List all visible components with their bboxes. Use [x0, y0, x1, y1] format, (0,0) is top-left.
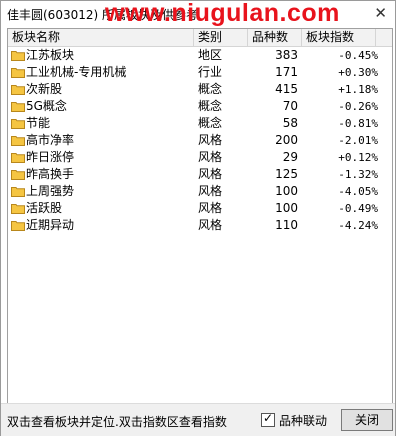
link-checkbox[interactable]: 品种联动 [261, 411, 328, 428]
header-name[interactable]: 板块名称 [8, 29, 194, 46]
sector-count: 100 [275, 184, 298, 198]
list-item[interactable]: 上周强势 风格 100 -4.05% [8, 183, 392, 200]
sector-type: 风格 [198, 218, 223, 232]
title-bar[interactable]: 佳丰圆(603012) 所属板块及供参考 www.niugulan.com ✕ [1, 0, 395, 27]
folder-icon [11, 51, 25, 61]
folder-icon [11, 85, 25, 95]
checkbox-checked-icon[interactable] [261, 411, 275, 427]
sector-name: 上周强势 [26, 184, 75, 198]
list-item[interactable]: 5G概念 概念 70 -0.26% [8, 98, 392, 115]
sector-change: +0.12% [338, 151, 378, 164]
list-item[interactable]: 工业机械-专用机械 行业 171 +0.30% [8, 64, 392, 81]
sector-change: +1.18% [338, 83, 378, 96]
sector-type: 行业 [198, 65, 223, 79]
sector-type: 风格 [198, 184, 223, 198]
close-icon[interactable]: ✕ [374, 4, 387, 22]
list-item[interactable]: 近期异动 风格 110 -4.24% [8, 217, 392, 234]
sector-count: 415 [275, 82, 298, 96]
close-button[interactable]: 关闭 [341, 409, 393, 431]
header-count[interactable]: 品种数 [248, 29, 302, 46]
list-item[interactable]: 昨日涨停 风格 29 +0.12% [8, 149, 392, 166]
folder-icon [11, 221, 25, 231]
list-item[interactable]: 活跃股 风格 100 -0.49% [8, 200, 392, 217]
sector-name: 近期异动 [26, 218, 75, 232]
sector-name: 昨日涨停 [26, 150, 75, 164]
sector-type: 概念 [198, 116, 223, 130]
list-body: 江苏板块 地区 383 -0.45% 工业机械-专用机械 行业 171 +0.30% 次新股 概念… [8, 47, 392, 234]
sector-list[interactable]: 板块名称 类别 品种数 板块指数 江苏板块 地区 383 -0.45% 工业机械-专用机… [7, 28, 393, 404]
sector-count: 29 [282, 150, 298, 164]
sector-count: 383 [275, 48, 298, 62]
list-header: 板块名称 类别 品种数 板块指数 [8, 29, 392, 47]
sector-name: 高市净率 [26, 133, 75, 147]
watermark-text: www.niugulan.com [105, 0, 340, 27]
sector-name: 5G概念 [26, 99, 67, 113]
dialog-window: 佳丰圆(603012) 所属板块及供参考 www.niugulan.com ✕ … [0, 0, 396, 436]
folder-icon [11, 136, 25, 146]
sector-change: -0.49% [338, 202, 378, 215]
sector-name: 次新股 [26, 82, 63, 96]
sector-change: -0.81% [338, 117, 378, 130]
hint-text: 双击查看板块并定位.双击指数区查看指数 [7, 415, 227, 429]
sector-count: 100 [275, 201, 298, 215]
sector-count: 171 [275, 65, 298, 79]
sector-count: 70 [282, 99, 298, 113]
sector-change: -0.26% [338, 100, 378, 113]
folder-icon [11, 153, 25, 163]
checkbox-label: 品种联动 [279, 413, 328, 428]
sector-type: 概念 [198, 99, 223, 113]
header-type[interactable]: 类别 [194, 29, 248, 46]
folder-icon [11, 204, 25, 214]
sector-change: +0.30% [338, 66, 378, 79]
sector-count: 200 [275, 133, 298, 147]
sector-type: 风格 [198, 201, 223, 215]
folder-icon [11, 68, 25, 78]
sector-change: -1.32% [338, 168, 378, 181]
sector-change: -4.05% [338, 185, 378, 198]
sector-type: 概念 [198, 82, 223, 96]
sector-count: 58 [282, 116, 298, 130]
sector-type: 地区 [198, 48, 223, 62]
sector-count: 125 [275, 167, 298, 181]
sector-change: -4.24% [338, 219, 378, 232]
sector-name: 江苏板块 [26, 48, 75, 62]
sector-name: 工业机械-专用机械 [26, 65, 127, 79]
status-bar: 双击查看板块并定位.双击指数区查看指数 品种联动 关闭 [1, 403, 395, 436]
sector-change: -0.45% [338, 49, 378, 62]
sector-type: 风格 [198, 150, 223, 164]
list-item[interactable]: 节能 概念 58 -0.81% [8, 115, 392, 132]
folder-icon [11, 102, 25, 112]
sector-name: 活跃股 [26, 201, 63, 215]
header-change[interactable]: 板块指数 [302, 29, 376, 46]
sector-change: -2.01% [338, 134, 378, 147]
list-item[interactable]: 江苏板块 地区 383 -0.45% [8, 47, 392, 64]
list-item[interactable]: 昨高换手 风格 125 -1.32% [8, 166, 392, 183]
sector-type: 风格 [198, 133, 223, 147]
sector-name: 节能 [26, 116, 51, 130]
folder-icon [11, 187, 25, 197]
folder-icon [11, 119, 25, 129]
sector-count: 110 [275, 218, 298, 232]
sector-type: 风格 [198, 167, 223, 181]
list-item[interactable]: 次新股 概念 415 +1.18% [8, 81, 392, 98]
sector-name: 昨高换手 [26, 167, 75, 181]
folder-icon [11, 170, 25, 180]
list-item[interactable]: 高市净率 风格 200 -2.01% [8, 132, 392, 149]
